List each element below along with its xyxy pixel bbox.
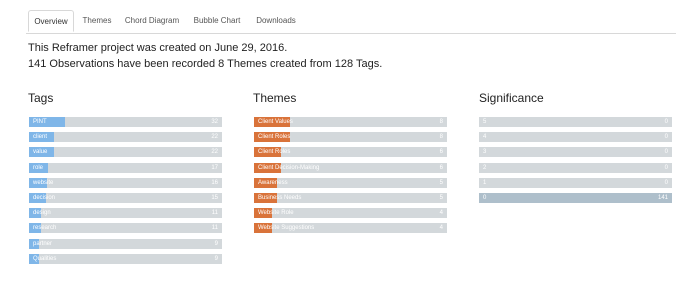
tags-bar[interactable]: Qualities 9 bbox=[29, 253, 222, 264]
summary-created: This Reframer project was created on Jun… bbox=[28, 42, 288, 54]
tab-chord-diagram[interactable]: Chord Diagram bbox=[120, 10, 184, 32]
themes-bar-label: Client Values bbox=[258, 119, 293, 125]
themes-bar-label: Website Role bbox=[258, 210, 294, 217]
tags-bar[interactable]: website 16 bbox=[29, 177, 222, 188]
themes-bar-value: 8 bbox=[439, 119, 443, 125]
significance-bar-label: 5 bbox=[483, 119, 487, 125]
tags-bar-value: 9 bbox=[214, 255, 218, 262]
tags-bar-label: website bbox=[33, 179, 54, 186]
significance-bar-label: 4 bbox=[483, 134, 487, 141]
themes-bar[interactable]: Client Values 8 bbox=[254, 117, 447, 127]
themes-bar-label: Client Decision-Making bbox=[258, 164, 320, 171]
tags-bar-label: Qualities bbox=[33, 255, 57, 262]
summary-observations: 141 Observations have been recorded 8 Th… bbox=[28, 58, 383, 70]
tags-bar[interactable]: research 11 bbox=[29, 223, 222, 234]
tags-bar-label: value bbox=[33, 149, 48, 156]
themes-bar-value: 4 bbox=[439, 225, 443, 232]
themes-title: Themes bbox=[253, 91, 297, 105]
significance-bar-label: 1 bbox=[483, 179, 487, 186]
themes-bar-label: Awareness bbox=[258, 179, 288, 186]
significance-bar-value: 0 bbox=[664, 149, 668, 156]
tags-bar[interactable]: client 22 bbox=[29, 132, 222, 143]
themes-bar[interactable]: Client Decision-Making 6 bbox=[254, 162, 447, 173]
tab-overview[interactable]: Overview bbox=[28, 10, 74, 32]
tags-bar-label: PINT bbox=[33, 119, 47, 125]
themes-bar[interactable]: Business Needs 5 bbox=[254, 193, 447, 203]
tags-bar[interactable]: PINT 32 bbox=[29, 117, 222, 127]
significance-bar[interactable]: 30 bbox=[479, 147, 672, 158]
tags-bar[interactable]: partner 9 bbox=[29, 238, 222, 249]
tags-bar-value: 32 bbox=[211, 119, 218, 125]
significance-bar[interactable]: 40 bbox=[479, 132, 672, 143]
tags-bar[interactable]: decision 15 bbox=[29, 193, 222, 203]
themes-bar-value: 4 bbox=[439, 210, 443, 217]
tags-bar-value: 9 bbox=[214, 240, 218, 247]
significance-bar-value: 0 bbox=[664, 164, 668, 171]
tab-bubble-chart[interactable]: Bubble Chart bbox=[186, 10, 248, 32]
themes-bar-label: Website Suggestions bbox=[258, 225, 315, 232]
themes-bar-value: 6 bbox=[439, 149, 443, 156]
significance-bar-value: 141 bbox=[657, 195, 668, 201]
significance-bar-value: 0 bbox=[664, 179, 668, 186]
tags-bar-value: 16 bbox=[211, 179, 218, 186]
tags-bar-value: 11 bbox=[211, 210, 218, 217]
tags-bar-value: 17 bbox=[211, 164, 218, 171]
themes-bar-value: 8 bbox=[439, 134, 443, 141]
tags-bar-value: 22 bbox=[211, 149, 218, 156]
tab-bar: Overview Themes Chord Diagram Bubble Cha… bbox=[26, 8, 676, 34]
themes-bar-value: 5 bbox=[439, 179, 443, 186]
tab-themes[interactable]: Themes bbox=[76, 10, 118, 32]
themes-bar-label: Client Roles bbox=[258, 134, 291, 141]
tags-bar-value: 22 bbox=[211, 134, 218, 141]
significance-bar-label: 3 bbox=[483, 149, 487, 156]
tags-title: Tags bbox=[28, 91, 54, 105]
tags-bar-value: 15 bbox=[211, 195, 218, 201]
themes-bar[interactable]: Client Roles 8 bbox=[254, 132, 447, 143]
tags-bar-value: 11 bbox=[211, 225, 218, 232]
tags-bar-label: role bbox=[33, 164, 44, 171]
significance-bar[interactable]: 50 bbox=[479, 117, 672, 127]
significance-bar[interactable]: 0 141 bbox=[479, 193, 672, 203]
significance-bar-label: 2 bbox=[483, 164, 487, 171]
significance-bar[interactable]: 20 bbox=[479, 162, 672, 173]
themes-bar-label: Business Needs bbox=[258, 195, 302, 201]
significance-bar-value: 0 bbox=[664, 134, 668, 141]
significance-bar-value: 0 bbox=[664, 119, 668, 125]
significance-title: Significance bbox=[479, 91, 544, 105]
significance-bar-label: 0 bbox=[483, 195, 487, 201]
tags-bar-label: research bbox=[33, 225, 57, 232]
themes-bar[interactable]: Website Suggestions 4 bbox=[254, 223, 447, 234]
themes-bar[interactable]: Client Roles 6 bbox=[254, 147, 447, 158]
significance-bar-fill bbox=[479, 193, 672, 203]
tags-bar-label: design bbox=[33, 210, 51, 217]
tab-downloads[interactable]: Downloads bbox=[250, 10, 302, 32]
tags-bar-label: decision bbox=[33, 195, 56, 201]
themes-bar-label: Client Roles bbox=[258, 149, 291, 156]
tags-bar[interactable]: role 17 bbox=[29, 162, 222, 173]
tags-bar[interactable]: value 22 bbox=[29, 147, 222, 158]
themes-bar[interactable]: Website Role 4 bbox=[254, 208, 447, 219]
significance-bar[interactable]: 10 bbox=[479, 177, 672, 188]
tags-bar[interactable]: design 11 bbox=[29, 208, 222, 219]
themes-bar-value: 6 bbox=[439, 164, 443, 171]
tags-bar-label: partner bbox=[33, 240, 53, 247]
themes-bar-value: 5 bbox=[439, 195, 443, 201]
themes-bar[interactable]: Awareness 5 bbox=[254, 177, 447, 188]
tags-bar-label: client bbox=[33, 134, 48, 141]
